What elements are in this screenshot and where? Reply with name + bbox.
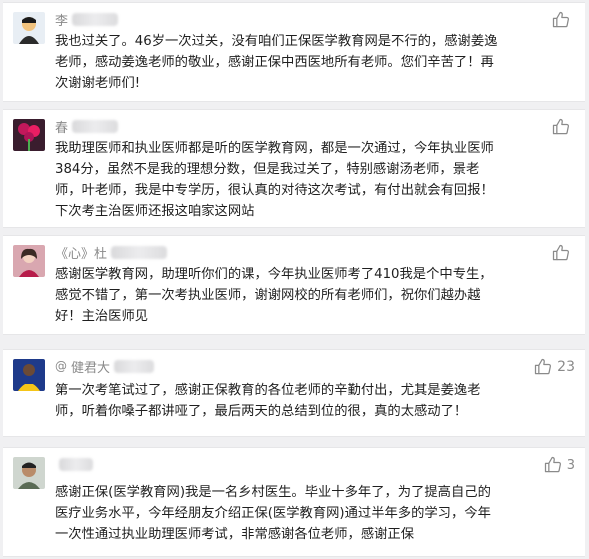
avatar[interactable] [13, 359, 45, 391]
comment-text: 我也过关了。46岁一次过关，没有咱们正保医学教育网是不行的，感谢姜逸 老师，感动… [55, 34, 498, 91]
comment-text: 感谢医学教育网，助理听你们的课，今年执业医师考了410我是个中专生， 感觉不错了… [55, 267, 493, 324]
thumbs-up-icon [551, 117, 571, 137]
comment-card: @ 健君大 23 第一次考笔试过了，感谢正保教育的各位老师的辛勤付出，尤其是姜逸老… [3, 349, 585, 437]
avatar[interactable] [13, 119, 45, 151]
comment-text: 我助理医师和执业医师都是听的医学教育网，都是一次通过，今年执业医师 384分，虽… [55, 141, 494, 219]
commenter-name [55, 455, 93, 473]
like-button[interactable]: 3 [543, 454, 575, 476]
avatar[interactable] [13, 245, 45, 277]
like-count: 3 [566, 457, 575, 473]
comment-card: 3 感谢正保(医学教育网)我是一名乡村医生。毕业十多年了，为了提高自己的 医疗业… [3, 447, 585, 557]
thumbs-up-icon [551, 243, 571, 263]
like-count: 23 [557, 359, 575, 375]
thumbs-up-icon [551, 10, 571, 30]
commenter-name: 《心》杜 [55, 243, 168, 262]
commenter-name: 春 [55, 117, 119, 136]
like-button[interactable]: 23 [533, 356, 575, 378]
like-button[interactable] [551, 9, 575, 31]
like-button[interactable] [551, 116, 575, 138]
like-button[interactable] [551, 242, 575, 264]
commenter-name: @ 健君大 [55, 357, 155, 376]
comment-card: 李 我也过关了。46岁一次过关，没有咱们正保医学教育网是不行的，感谢姜逸 老师，… [3, 2, 585, 102]
comment-text: 感谢正保(医学教育网)我是一名乡村医生。毕业十多年了，为了提高自己的 医疗业务水… [55, 485, 491, 542]
thumbs-up-icon [533, 357, 553, 377]
comment-card: 《心》杜 感谢医学教育网，助理听你们的课，今年执业医师考了410我是个中专生， … [3, 235, 585, 335]
avatar[interactable] [13, 457, 45, 489]
avatar[interactable] [13, 12, 45, 44]
commenter-name: 李 [55, 10, 119, 29]
comment-card: 春 我助理医师和执业医师都是听的医学教育网，都是一次通过，今年执业医师 384分… [3, 109, 585, 228]
comment-text: 第一次考笔试过了，感谢正保教育的各位老师的辛勤付出，尤其是姜逸老 师，听着你嗓子… [55, 383, 481, 419]
thumbs-up-icon [543, 455, 563, 475]
